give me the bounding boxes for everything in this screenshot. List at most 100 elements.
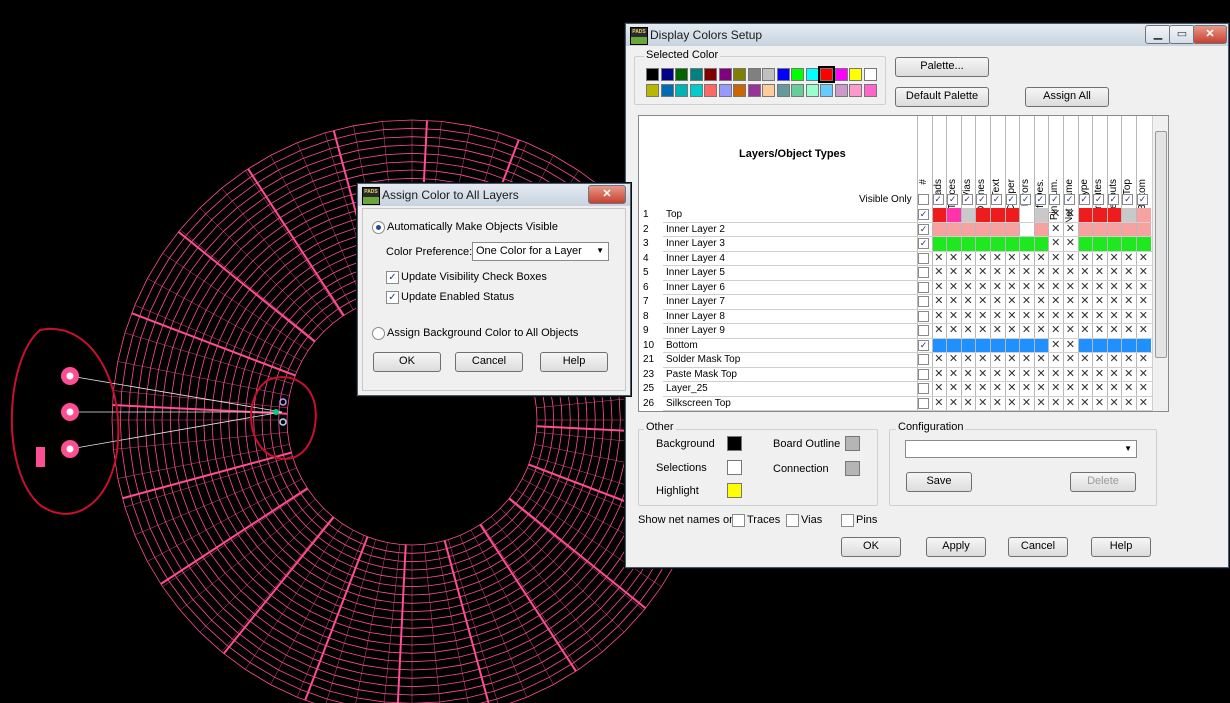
color-cell[interactable] bbox=[1137, 237, 1151, 251]
palette-swatch[interactable] bbox=[805, 84, 819, 97]
row-visible-checkbox[interactable] bbox=[918, 397, 929, 409]
auto-visible-radio[interactable] bbox=[372, 221, 385, 234]
visible-only-checkbox[interactable]: ✓ bbox=[1034, 194, 1046, 205]
update-enabled-checkbox[interactable]: ✓ bbox=[386, 291, 399, 304]
visible-only-checkbox[interactable]: ✓ bbox=[932, 194, 944, 205]
color-cell[interactable] bbox=[947, 222, 961, 236]
color-cell[interactable] bbox=[932, 237, 947, 251]
color-cell[interactable] bbox=[1005, 237, 1020, 251]
row-visible-checkbox[interactable] bbox=[918, 310, 929, 322]
color-cell[interactable] bbox=[1005, 338, 1020, 352]
color-cell[interactable] bbox=[1020, 237, 1034, 251]
palette-swatch[interactable] bbox=[863, 68, 877, 81]
color-cell[interactable] bbox=[947, 338, 961, 352]
palette-swatch[interactable] bbox=[818, 66, 835, 83]
color-palette[interactable] bbox=[646, 66, 886, 100]
palette-swatch[interactable] bbox=[762, 84, 775, 97]
visible-only-checkbox[interactable]: ✓ bbox=[1020, 194, 1032, 205]
scroll-thumb[interactable] bbox=[1155, 131, 1167, 358]
color-cell[interactable] bbox=[932, 208, 947, 222]
palette-swatch[interactable] bbox=[791, 84, 804, 97]
visible-only-checkbox[interactable]: ✓ bbox=[1137, 194, 1148, 205]
color-cell[interactable] bbox=[976, 222, 990, 236]
maximize-icon[interactable]: ▭ bbox=[1169, 25, 1195, 44]
color-cell[interactable] bbox=[932, 222, 947, 236]
vias-checkbox[interactable] bbox=[786, 514, 799, 527]
grid-scrollbar[interactable] bbox=[1152, 116, 1168, 411]
visible-only-checkbox[interactable] bbox=[918, 194, 929, 205]
visible-only-checkbox[interactable]: ✓ bbox=[1107, 194, 1119, 205]
color-cell[interactable] bbox=[1020, 222, 1034, 236]
ok-button[interactable]: OK bbox=[841, 537, 901, 557]
color-cell[interactable] bbox=[1034, 237, 1049, 251]
layer-name[interactable]: Silkscreen Top bbox=[666, 398, 731, 409]
color-cell[interactable] bbox=[961, 338, 976, 352]
layer-name[interactable]: Top bbox=[666, 209, 682, 220]
color-cell[interactable] bbox=[1107, 237, 1122, 251]
palette-swatch[interactable] bbox=[805, 68, 819, 81]
layer-name[interactable]: Layer_25 bbox=[666, 383, 708, 394]
color-cell[interactable] bbox=[1078, 237, 1093, 251]
visible-only-checkbox[interactable]: ✓ bbox=[1078, 194, 1090, 205]
color-cell[interactable] bbox=[1034, 338, 1049, 352]
color-cell[interactable] bbox=[991, 208, 1005, 222]
visible-only-checkbox[interactable]: ✓ bbox=[1093, 194, 1105, 205]
color-cell[interactable] bbox=[1137, 222, 1151, 236]
color-cell[interactable] bbox=[1034, 208, 1049, 222]
layer-name[interactable]: Bottom bbox=[666, 340, 698, 351]
palette-swatch[interactable] bbox=[733, 68, 746, 81]
color-cell[interactable] bbox=[1005, 222, 1020, 236]
apply-button[interactable]: Apply bbox=[926, 537, 986, 557]
board-outline-swatch[interactable] bbox=[845, 436, 860, 451]
row-visible-checkbox[interactable] bbox=[918, 281, 929, 293]
layer-name[interactable]: Inner Layer 6 bbox=[666, 282, 725, 293]
palette-swatch[interactable] bbox=[660, 68, 674, 81]
visible-only-checkbox[interactable]: ✓ bbox=[1049, 194, 1061, 205]
visible-only-checkbox[interactable]: ✓ bbox=[976, 194, 988, 205]
palette-swatch[interactable] bbox=[660, 84, 674, 97]
color-cell[interactable] bbox=[1034, 222, 1049, 236]
color-cell[interactable] bbox=[1078, 208, 1093, 222]
palette-swatch[interactable] bbox=[675, 84, 688, 97]
traces-checkbox[interactable] bbox=[732, 514, 745, 527]
background-color-swatch[interactable] bbox=[727, 436, 742, 451]
close-icon[interactable]: ✕ bbox=[588, 185, 626, 204]
color-cell[interactable] bbox=[1122, 208, 1136, 222]
visible-only-checkbox[interactable]: ✓ bbox=[1064, 194, 1075, 205]
palette-swatch[interactable] bbox=[718, 68, 732, 81]
assign-dialog-titlebar[interactable]: PADS Assign Color to All Layers ✕ bbox=[358, 184, 630, 206]
palette-swatch[interactable] bbox=[675, 68, 688, 81]
color-cell[interactable] bbox=[1078, 222, 1093, 236]
palette-swatch[interactable] bbox=[646, 68, 659, 81]
palette-swatch[interactable] bbox=[689, 68, 703, 81]
visible-only-checkbox[interactable]: ✓ bbox=[1122, 194, 1134, 205]
color-cell[interactable] bbox=[1020, 338, 1034, 352]
color-cell[interactable] bbox=[947, 237, 961, 251]
color-cell[interactable] bbox=[1093, 208, 1107, 222]
layer-name[interactable]: Inner Layer 7 bbox=[666, 296, 725, 307]
row-visible-checkbox[interactable] bbox=[918, 383, 929, 394]
color-cell[interactable] bbox=[1122, 338, 1136, 352]
connection-swatch[interactable] bbox=[845, 461, 860, 476]
visible-only-checkbox[interactable]: ✓ bbox=[1005, 194, 1017, 205]
row-visible-checkbox[interactable]: ✓ bbox=[918, 209, 929, 220]
palette-swatch[interactable] bbox=[776, 84, 790, 97]
row-visible-checkbox[interactable] bbox=[918, 368, 929, 380]
color-cell[interactable] bbox=[991, 237, 1005, 251]
palette-swatch[interactable] bbox=[733, 84, 746, 97]
default-palette-button[interactable]: Default Palette bbox=[895, 87, 989, 107]
dialog-ok-button[interactable]: OK bbox=[373, 352, 441, 372]
palette-button[interactable]: Palette... bbox=[895, 57, 989, 77]
palette-swatch[interactable] bbox=[689, 84, 703, 97]
color-cell[interactable] bbox=[1107, 222, 1122, 236]
display-colors-titlebar[interactable]: PADS Display Colors Setup ▁ ▭ ✕ bbox=[626, 24, 1228, 46]
palette-swatch[interactable] bbox=[776, 68, 790, 81]
layer-name[interactable]: Inner Layer 4 bbox=[666, 253, 725, 264]
visible-only-checkbox[interactable]: ✓ bbox=[961, 194, 973, 205]
color-cell[interactable] bbox=[1137, 208, 1151, 222]
pins-checkbox[interactable] bbox=[841, 514, 854, 527]
color-cell[interactable] bbox=[1122, 237, 1136, 251]
palette-swatch[interactable] bbox=[834, 84, 848, 97]
color-cell[interactable] bbox=[976, 208, 990, 222]
palette-swatch[interactable] bbox=[834, 68, 848, 81]
